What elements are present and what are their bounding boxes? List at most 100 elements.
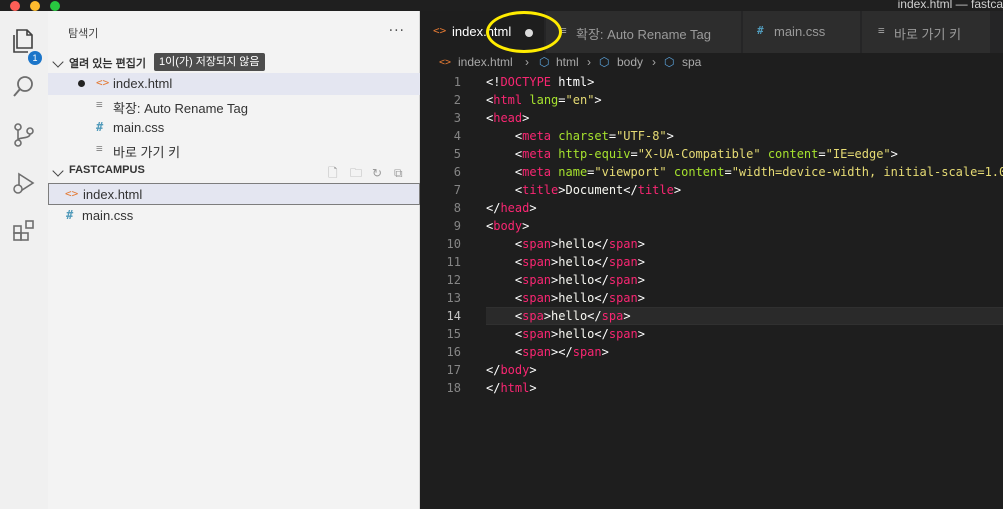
unsaved-dot-icon[interactable] bbox=[525, 29, 533, 37]
open-editor-extension[interactable]: ≡ 확장: Auto Rename Tag bbox=[48, 95, 420, 117]
element-icon: ⬡ bbox=[664, 55, 675, 69]
code-line[interactable]: 7 <title>Document</title> bbox=[421, 181, 1003, 199]
chevron-down-icon bbox=[52, 165, 64, 177]
code-token: span bbox=[522, 345, 552, 359]
more-actions-icon[interactable]: ··· bbox=[389, 23, 405, 39]
activity-bar: 1 bbox=[0, 11, 48, 509]
code-line[interactable]: 14 <spa>hello</spa> bbox=[421, 307, 1003, 325]
code-line[interactable]: 9 <body> bbox=[421, 217, 1003, 235]
code-token: > bbox=[666, 129, 674, 143]
code-token: > bbox=[637, 237, 645, 251]
code-line[interactable]: 13 <span>hello</span> bbox=[421, 289, 1003, 307]
code-token: span bbox=[608, 237, 638, 251]
code-line[interactable]: 1 <!DOCTYPE html> bbox=[421, 73, 1003, 91]
code-token: html bbox=[500, 381, 530, 395]
code-token: > bbox=[890, 147, 898, 161]
code-token: hello bbox=[558, 273, 595, 287]
breadcrumb-item[interactable]: index.html bbox=[458, 55, 513, 69]
open-editor-label: main.css bbox=[113, 120, 165, 135]
refresh-icon[interactable]: ↻ bbox=[372, 166, 388, 182]
code-token: > bbox=[529, 363, 537, 377]
line-code: <span>hello</span> bbox=[486, 289, 645, 307]
line-code: <meta name="viewport" content="width=dev… bbox=[486, 163, 1003, 181]
line-number: 4 bbox=[453, 129, 461, 143]
file-label: index.html bbox=[83, 187, 143, 202]
html-file-icon: <> bbox=[65, 187, 79, 200]
code-line[interactable]: 11 <span>hello</span> bbox=[421, 253, 1003, 271]
open-editor-main-css[interactable]: # main.css bbox=[48, 117, 420, 139]
code-token: DOCTYPE bbox=[500, 75, 552, 89]
code-token: body bbox=[493, 219, 523, 233]
keybindings-doc-icon: ≡ bbox=[878, 24, 885, 37]
search-icon[interactable] bbox=[10, 73, 38, 101]
tab-keybindings[interactable]: ≡ 바로 가기 키 bbox=[862, 11, 991, 53]
code-line[interactable]: 15 <span>hello</span> bbox=[421, 325, 1003, 343]
code-line[interactable]: 17 </body> bbox=[421, 361, 1003, 379]
code-token: > bbox=[529, 201, 537, 215]
new-file-icon[interactable]: 🗋 bbox=[328, 164, 344, 180]
code-line[interactable]: 12 <span>hello</span> bbox=[421, 271, 1003, 289]
chevron-right-icon: › bbox=[587, 55, 591, 69]
tab-extension[interactable]: ≡ 확장: Auto Rename Tag bbox=[546, 11, 742, 53]
code-token: > bbox=[529, 381, 537, 395]
line-number: 12 bbox=[446, 273, 461, 287]
workspace-section-header[interactable]: FASTCAMPUS 🗋 🗀 ↻ ⧉ bbox=[48, 161, 420, 183]
code-line[interactable]: 5 <meta http-equiv="X-UA-Compatible" con… bbox=[421, 145, 1003, 163]
unsaved-badge: 1이(가) 저장되지 않음 bbox=[154, 53, 265, 71]
workspace-label: FASTCAMPUS bbox=[69, 164, 145, 176]
code-token: span bbox=[608, 327, 638, 341]
code-token: = bbox=[818, 147, 826, 161]
code-line[interactable]: 6 <meta name="viewport" content="width=d… bbox=[421, 163, 1003, 181]
code-token: </ bbox=[594, 237, 609, 251]
code-token: < bbox=[486, 291, 523, 305]
code-token: meta bbox=[522, 147, 552, 161]
file-index-html[interactable]: <> index.html bbox=[48, 183, 420, 205]
tab-label: 바로 가기 키 bbox=[894, 27, 962, 42]
line-code: <head> bbox=[486, 109, 529, 127]
code-token: span bbox=[522, 327, 552, 341]
code-line[interactable]: 18 </html> bbox=[421, 379, 1003, 397]
tab-label: 확장: Auto Rename Tag bbox=[576, 27, 711, 42]
code-token: content bbox=[673, 165, 725, 179]
code-line[interactable]: 4 <meta charset="UTF-8"> bbox=[421, 127, 1003, 145]
code-line[interactable]: 16 <span></span> bbox=[421, 343, 1003, 361]
tab-index-html[interactable]: <> index.html bbox=[421, 11, 545, 53]
minimize-window-button[interactable] bbox=[30, 1, 40, 11]
line-number: 1 bbox=[453, 75, 461, 89]
code-token: = bbox=[630, 147, 638, 161]
html-file-icon: <> bbox=[439, 57, 452, 68]
code-line[interactable]: 8 </head> bbox=[421, 199, 1003, 217]
source-control-icon[interactable] bbox=[10, 121, 38, 149]
line-code: <span>hello</span> bbox=[486, 271, 645, 289]
open-editor-keybindings[interactable]: ≡ 바로 가기 키 bbox=[48, 139, 420, 161]
breadcrumb-item[interactable]: html bbox=[556, 55, 579, 69]
code-token: < bbox=[486, 309, 523, 323]
code-token: meta bbox=[522, 129, 552, 143]
code-token: > bbox=[673, 183, 682, 197]
code-token: span bbox=[608, 291, 638, 305]
code-line[interactable]: 2 <html lang="en"> bbox=[421, 91, 1003, 109]
zoom-window-button[interactable] bbox=[50, 1, 60, 11]
explorer-sidebar: 탐색기 ··· 열려 있는 편집기 1이(가) 저장되지 않음 <> index… bbox=[48, 11, 420, 509]
unsaved-dot-icon[interactable] bbox=[78, 80, 85, 87]
code-line[interactable]: 10 <span>hello</span> bbox=[421, 235, 1003, 253]
code-line[interactable]: 3 <head> bbox=[421, 109, 1003, 127]
line-number: 8 bbox=[453, 201, 461, 215]
code-token: html> bbox=[551, 75, 595, 89]
code-token: content bbox=[767, 147, 819, 161]
breadcrumb-item[interactable]: body bbox=[617, 55, 643, 69]
code-editor[interactable]: 1 <!DOCTYPE html> 2 <html lang="en"> 3 <head>… bbox=[421, 73, 1003, 509]
run-debug-icon[interactable] bbox=[10, 169, 38, 197]
file-main-css[interactable]: # main.css bbox=[48, 205, 420, 227]
open-editors-section-header[interactable]: 열려 있는 편집기 1이(가) 저장되지 않음 bbox=[48, 52, 420, 74]
new-folder-icon[interactable]: 🗀 bbox=[350, 164, 366, 180]
line-code: <meta http-equiv="X-UA-Compatible" conte… bbox=[486, 145, 898, 163]
close-window-button[interactable] bbox=[10, 1, 20, 11]
collapse-all-icon[interactable]: ⧉ bbox=[394, 166, 410, 182]
tab-main-css[interactable]: # main.css bbox=[743, 11, 861, 53]
breadcrumb-item[interactable]: spa bbox=[682, 55, 701, 69]
open-editor-index-html[interactable]: <> index.html bbox=[48, 73, 420, 95]
code-token: > bbox=[601, 345, 609, 359]
extensions-icon[interactable] bbox=[10, 217, 38, 245]
